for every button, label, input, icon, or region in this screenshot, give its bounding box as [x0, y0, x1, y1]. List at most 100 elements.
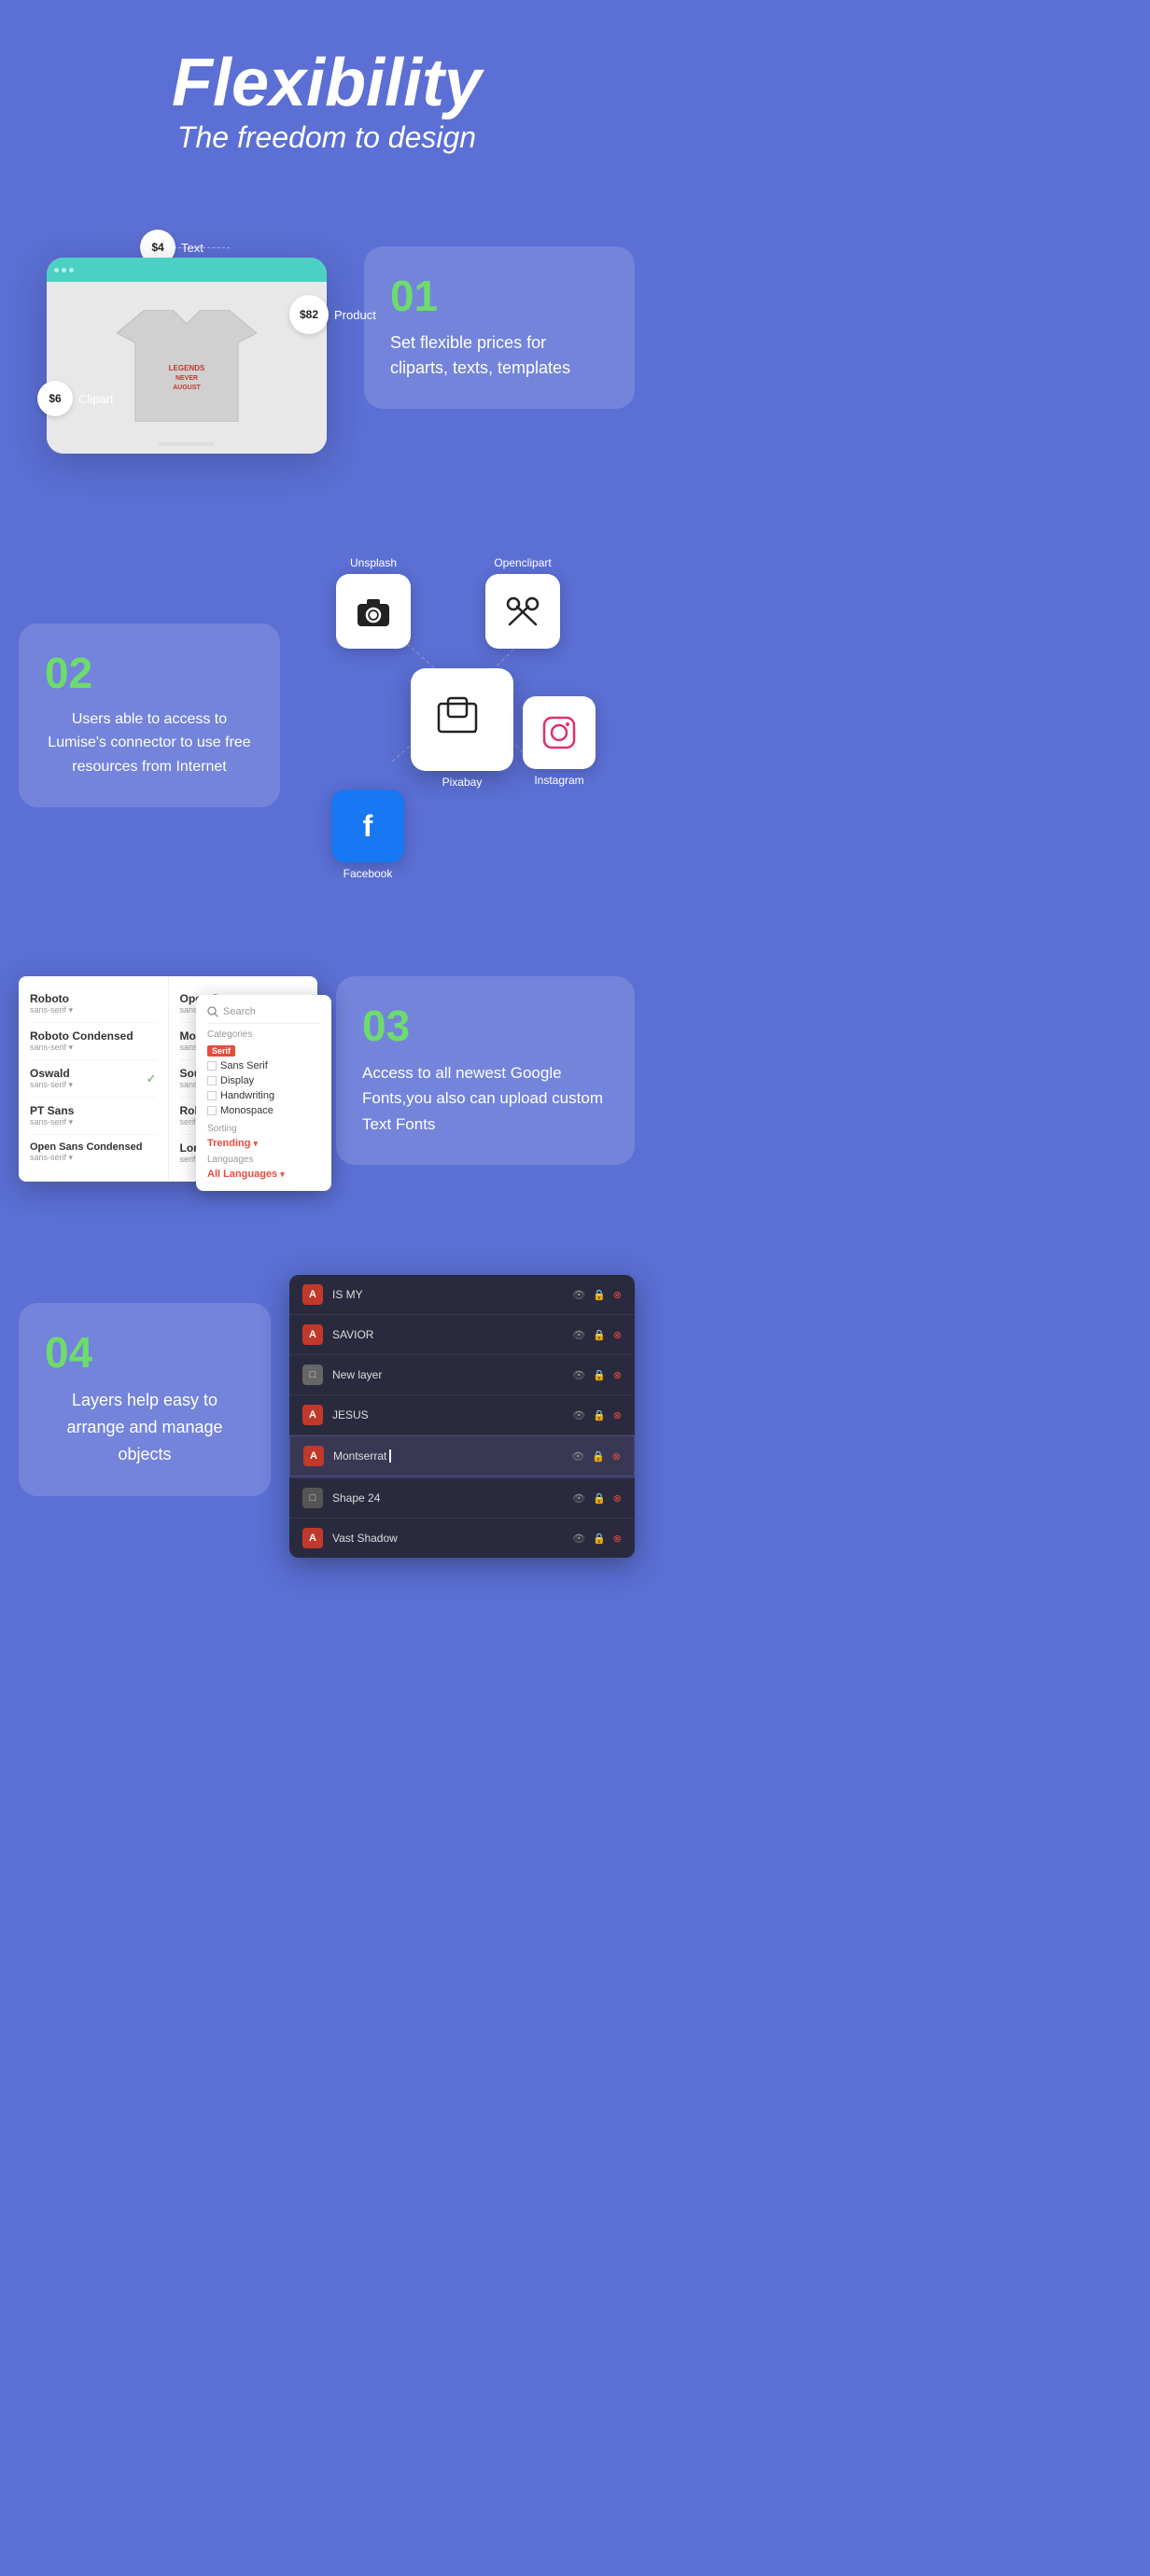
scissors-icon	[502, 591, 543, 632]
svg-text:LEGENDS: LEGENDS	[169, 364, 205, 372]
layer-eye-vastshadow[interactable]: 👁	[572, 1533, 585, 1545]
section2-description: Users able to access to Lumise's connect…	[45, 707, 254, 779]
layer-row-montserrat[interactable]: A Montserrat 👁 🔒 ⊗	[289, 1435, 635, 1477]
instagram-icon	[540, 713, 579, 752]
tablet-dot-1	[54, 268, 59, 273]
languages-arrow: ▾	[280, 1169, 285, 1179]
svg-text:NEVER: NEVER	[175, 375, 198, 382]
layer-lock-jesus[interactable]: 🔒	[593, 1409, 606, 1421]
font-meta: sans-serif ▾	[30, 1117, 157, 1127]
section3-info-card: 03 Access to all newest Google Fonts,you…	[336, 976, 635, 1165]
font-meta: sans-serif ▾	[30, 1005, 157, 1015]
layer-row-vastshadow[interactable]: A Vast Shadow 👁 🔒 ⊗	[289, 1519, 635, 1558]
price-clipart-badge: $6	[37, 381, 73, 416]
layer-lock-savior[interactable]: 🔒	[593, 1329, 606, 1341]
font-panel-wrapper: Roboto sans-serif ▾ Roboto Condensed san…	[19, 976, 317, 1182]
font-name: Open Sans Condensed	[30, 1141, 157, 1153]
layer-delete-jesus[interactable]: ⊗	[613, 1409, 622, 1421]
layer-eye-shape24[interactable]: 👁	[572, 1492, 585, 1505]
layer-row-savior[interactable]: A SAVIOR 👁 🔒 ⊗	[289, 1315, 635, 1355]
layer-name-jesus: JESUS	[332, 1408, 572, 1421]
camera-icon	[355, 593, 392, 630]
font-meta: sans-serif ▾	[30, 1080, 73, 1090]
pixabay-icon-card	[411, 668, 513, 771]
tablet-dot-2	[62, 268, 66, 273]
font-name: Roboto Condensed	[30, 1029, 157, 1043]
layer-icon-jesus: A	[302, 1405, 323, 1425]
layer-controls-ismy: 👁 🔒 ⊗	[572, 1289, 622, 1301]
cursor-blink	[389, 1449, 391, 1463]
section4-info-card: 04 Layers help easy to arrange and manag…	[19, 1303, 271, 1495]
section-pricing: $4 Text LEGENDS NEVER AUGUST	[0, 183, 653, 510]
layer-lock-shape24[interactable]: 🔒	[593, 1492, 606, 1505]
layer-name-shape24: Shape 24	[332, 1491, 572, 1505]
layer-eye-jesus[interactable]: 👁	[572, 1409, 585, 1421]
category-serif[interactable]: Serif	[207, 1043, 320, 1058]
tablet-device: LEGENDS NEVER AUGUST	[47, 258, 327, 454]
layer-lock-newlayer[interactable]: 🔒	[593, 1369, 606, 1381]
pixabay-label: Pixabay	[411, 776, 513, 789]
layer-row-jesus[interactable]: A JESUS 👁 🔒 ⊗	[289, 1395, 635, 1435]
layer-delete-savior[interactable]: ⊗	[613, 1329, 622, 1341]
tablet-dot-3	[69, 268, 74, 273]
bottom-spacer	[0, 1614, 653, 1651]
languages-value[interactable]: All Languages ▾	[207, 1169, 320, 1180]
openclipart-container: Openclipart	[485, 556, 560, 649]
layer-row-ismy[interactable]: A IS MY 👁 🔒 ⊗	[289, 1275, 635, 1315]
layer-icon-savior: A	[302, 1324, 323, 1345]
layer-eye-newlayer[interactable]: 👁	[572, 1369, 585, 1381]
layer-icon-newlayer: □	[302, 1365, 323, 1385]
font-item-opensans-condensed: Open Sans Condensed sans-serif ▾	[30, 1135, 157, 1169]
pixabay-container: Pixabay	[411, 668, 513, 789]
layers-panel: A IS MY 👁 🔒 ⊗ A SAVIOR 👁 🔒 ⊗ □ New layer…	[289, 1275, 635, 1558]
layer-lock-ismy[interactable]: 🔒	[593, 1289, 606, 1301]
layer-lock-vastshadow[interactable]: 🔒	[593, 1533, 606, 1545]
font-meta: sans-serif ▾	[30, 1043, 157, 1053]
category-sans-serif[interactable]: Sans Serif	[207, 1058, 320, 1073]
font-item-roboto: Roboto sans-serif ▾	[30, 986, 157, 1023]
layer-eye-savior[interactable]: 👁	[572, 1329, 585, 1341]
facebook-label: Facebook	[331, 867, 404, 880]
layer-icon-vastshadow: A	[302, 1528, 323, 1548]
category-handwriting[interactable]: Handwriting	[207, 1088, 320, 1103]
font-search[interactable]: Search	[207, 1006, 320, 1024]
layer-delete-montserrat[interactable]: ⊗	[612, 1450, 621, 1463]
section-layers: 04 Layers help easy to arrange and manag…	[0, 1238, 653, 1614]
category-monospace[interactable]: Monospace	[207, 1103, 320, 1118]
pixabay-icon	[437, 694, 488, 746]
layer-lock-montserrat[interactable]: 🔒	[592, 1450, 605, 1463]
layer-eye-montserrat[interactable]: 👁	[571, 1450, 584, 1463]
layer-icon-shape24: □	[302, 1488, 323, 1508]
layer-delete-shape24[interactable]: ⊗	[613, 1492, 622, 1505]
unsplash-container: Unsplash	[336, 556, 411, 649]
layer-icon-ismy: A	[302, 1284, 323, 1305]
layer-icon-montserrat: A	[303, 1446, 324, 1466]
section3-description: Access to all newest Google Fonts,you al…	[362, 1060, 609, 1137]
facebook-container: f Facebook	[331, 790, 404, 880]
section-connectors: 02 Users able to access to Lumise's conn…	[0, 510, 653, 939]
unsplash-icon-card	[336, 574, 411, 649]
layer-delete-ismy[interactable]: ⊗	[613, 1289, 622, 1301]
layer-row-shape24[interactable]: □ Shape 24 👁 🔒 ⊗	[289, 1478, 635, 1519]
facebook-icon: f	[348, 806, 387, 846]
svg-text:AUGUST: AUGUST	[173, 385, 201, 391]
tablet-home-bar	[159, 442, 215, 446]
font-name: Oswald	[30, 1067, 73, 1080]
search-placeholder: Search	[223, 1006, 256, 1017]
layer-row-newlayer[interactable]: □ New layer 👁 🔒 ⊗	[289, 1355, 635, 1395]
layer-eye-ismy[interactable]: 👁	[572, 1289, 585, 1301]
sorting-value[interactable]: Trending ▾	[207, 1138, 320, 1149]
layer-name-savior: SAVIOR	[332, 1328, 572, 1341]
layer-delete-newlayer[interactable]: ⊗	[613, 1369, 622, 1381]
section3-number: 03	[362, 1004, 609, 1047]
category-display[interactable]: Display	[207, 1073, 320, 1088]
layer-delete-vastshadow[interactable]: ⊗	[613, 1533, 622, 1545]
section4-number: 04	[45, 1331, 245, 1374]
font-item-roboto-condensed: Roboto Condensed sans-serif ▾	[30, 1023, 157, 1060]
font-filter-dropdown: Search Categories Serif Sans Serif Displ…	[196, 995, 331, 1191]
tablet-content: LEGENDS NEVER AUGUST	[47, 282, 327, 454]
layer-controls-savior: 👁 🔒 ⊗	[572, 1329, 622, 1341]
layer-controls-shape24: 👁 🔒 ⊗	[572, 1492, 622, 1505]
layer-controls-newlayer: 👁 🔒 ⊗	[572, 1369, 622, 1381]
font-col-left: Roboto sans-serif ▾ Roboto Condensed san…	[19, 976, 169, 1181]
